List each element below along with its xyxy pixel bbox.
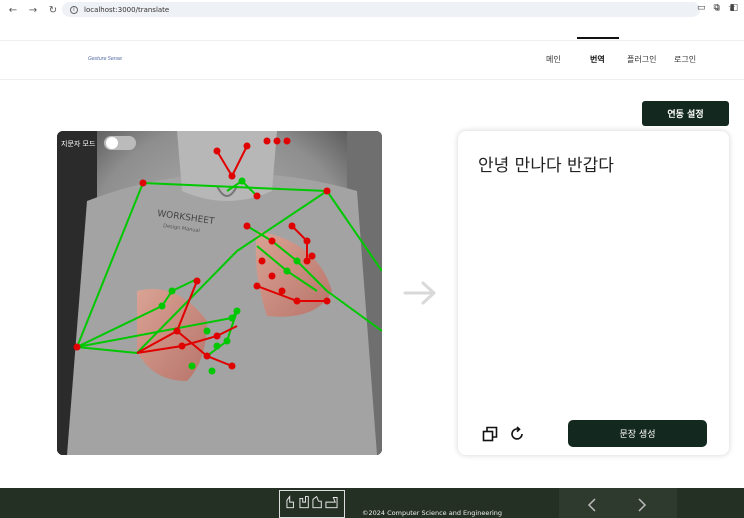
refresh-icon[interactable] — [509, 426, 525, 442]
toggle-knob — [106, 137, 118, 149]
browser-toolbar: ← → ↻ i localhost:3000/translate ▭ ⧉ ☆ ⤓… — [0, 0, 744, 20]
arrow-right-icon — [403, 281, 436, 305]
forward-icon[interactable]: → — [26, 3, 40, 17]
url-text: localhost:3000/translate — [84, 5, 170, 14]
generate-sentence-button[interactable]: 문장 생성 — [568, 420, 707, 447]
camera-feed: WORKSHEET Design Manual 지문자 모드 — [57, 131, 382, 455]
chevron-right-icon[interactable] — [637, 498, 647, 512]
nav-translate[interactable]: 번역 — [590, 54, 605, 65]
video-icon[interactable]: ▭ — [697, 3, 706, 13]
footer-nav — [559, 488, 677, 518]
copyright-text: ©2024 Computer Science and Engineering — [362, 509, 503, 517]
fingerspell-mode-label: 지문자 모드 — [61, 140, 96, 148]
translation-output-card: 안녕 만나다 반갑다 문장 생성 — [458, 131, 729, 455]
download-icon[interactable]: ⤓ — [716, 3, 720, 13]
fingerspell-mode-toggle[interactable] — [104, 136, 136, 150]
sync-settings-button[interactable]: 연동 설정 — [642, 101, 729, 126]
active-tab-indicator — [577, 37, 619, 39]
nav-main[interactable]: 메인 — [546, 54, 561, 65]
camera-image: WORKSHEET Design Manual — [57, 131, 382, 455]
back-icon[interactable]: ← — [6, 3, 20, 17]
site-footer: ©2024 Computer Science and Engineering — [0, 488, 744, 518]
copy-icon[interactable] — [482, 426, 498, 442]
sidebar-icon[interactable]: ◧ — [729, 3, 738, 13]
address-bar[interactable]: i localhost:3000/translate — [62, 2, 700, 17]
nav-plugin[interactable]: 플러그인 — [627, 54, 656, 65]
nav-login[interactable]: 로그인 — [674, 54, 696, 65]
site-info-icon[interactable]: i — [70, 5, 78, 14]
site-logo[interactable]: Gesture Sense — [88, 56, 122, 62]
translation-text: 안녕 만나다 반갑다 — [478, 156, 614, 176]
site-header: Gesture Sense 메인 번역 플러그인 로그인 — [0, 40, 744, 80]
footer-logo — [279, 490, 345, 518]
reload-icon[interactable]: ↻ — [46, 3, 60, 17]
chevron-left-icon[interactable] — [587, 498, 597, 512]
